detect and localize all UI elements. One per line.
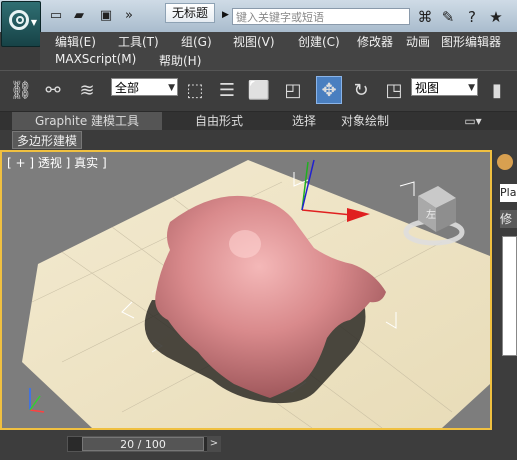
object-name-field[interactable]: Pla: [500, 184, 517, 202]
menu-graph-editors[interactable]: 图形编辑器: [441, 33, 501, 50]
menu-create[interactable]: 创建(C): [298, 33, 340, 50]
perspective-viewport[interactable]: 左: [0, 150, 492, 430]
open-folder-icon[interactable]: ▰: [70, 7, 88, 23]
selection-filter-value: 全部: [115, 81, 140, 95]
search-arrow-icon[interactable]: ▶: [222, 10, 229, 20]
tab-selection[interactable]: 选择: [276, 112, 332, 130]
rotate-icon[interactable]: ↻: [348, 76, 374, 104]
rect-selection-icon[interactable]: ⬜: [246, 76, 272, 104]
save-icon[interactable]: ▣: [97, 7, 115, 23]
menu-animation[interactable]: 动画: [406, 33, 430, 50]
window-crossing-icon[interactable]: ◰: [280, 76, 306, 104]
star-icon[interactable]: ★: [486, 8, 506, 26]
new-file-icon[interactable]: ▭: [47, 7, 65, 23]
menu-edit[interactable]: 编辑(E): [55, 33, 96, 50]
viewcube-face-label: 左: [426, 208, 436, 221]
tools-icon[interactable]: ✎: [438, 8, 458, 26]
sun-icon[interactable]: [497, 154, 513, 170]
more-icon[interactable]: »: [120, 7, 138, 23]
viewport-label[interactable]: [ + ] 透视 ] 真实 ]: [7, 154, 107, 171]
viewport-scene: 左: [22, 159, 490, 428]
menu-tools[interactable]: 工具(T): [118, 33, 159, 50]
render-icon[interactable]: ▮: [484, 76, 510, 104]
app-logo-button[interactable]: ▼: [1, 1, 41, 47]
select-object-icon[interactable]: ⬚: [182, 76, 208, 104]
menu-group[interactable]: 组(G): [181, 33, 212, 50]
tab-object-paint[interactable]: 对象绘制: [334, 112, 396, 130]
menu-modifiers[interactable]: 修改器: [357, 33, 393, 50]
chevron-down-icon: ▼: [468, 83, 475, 93]
menu-bar: 编辑(E) 工具(T) 组(G) 视图(V) 创建(C) 修改器 动画 图形编辑…: [40, 32, 517, 70]
tab-polygon-modeling[interactable]: 多边形建模: [12, 131, 83, 149]
tab-graphite-modeling[interactable]: Graphite 建模工具: [12, 112, 162, 130]
time-slider-thumb[interactable]: 20 / 100: [82, 437, 204, 451]
ribbon-options-icon[interactable]: ▭▾: [458, 112, 488, 130]
document-title: 无标题: [165, 3, 215, 23]
time-next-button[interactable]: >: [207, 436, 221, 452]
reference-coord-dropdown[interactable]: 视图 ▼: [411, 78, 478, 96]
axis-tripod-icon: [29, 388, 45, 413]
bind-spacewarp-icon[interactable]: ≋: [74, 76, 100, 104]
cloth-highlight: [229, 230, 261, 258]
search-input[interactable]: 键入关键字或短语: [232, 8, 410, 25]
select-by-name-icon[interactable]: ☰: [214, 76, 240, 104]
selection-filter-dropdown[interactable]: 全部 ▼: [111, 78, 178, 96]
binoculars-icon[interactable]: ⌘: [415, 8, 435, 26]
scale-icon[interactable]: ◳: [381, 76, 407, 104]
link-icon[interactable]: ⛓: [8, 76, 34, 104]
chevron-down-icon: ▼: [168, 83, 175, 93]
menu-view[interactable]: 视图(V): [233, 33, 275, 50]
menu-help[interactable]: 帮助(H): [159, 52, 201, 69]
help-icon[interactable]: ?: [462, 8, 482, 26]
tab-freeform[interactable]: 自由形式: [164, 112, 274, 130]
unlink-icon[interactable]: ⚯: [40, 76, 66, 104]
menu-maxscript[interactable]: MAXScript(M): [55, 52, 136, 66]
reference-coord-value: 视图: [415, 81, 440, 95]
move-icon[interactable]: ✥: [316, 76, 342, 104]
modifier-list-tab[interactable]: 修: [500, 210, 517, 228]
modifier-stack-list[interactable]: [502, 236, 517, 356]
command-panel: Pla 修: [494, 150, 517, 430]
